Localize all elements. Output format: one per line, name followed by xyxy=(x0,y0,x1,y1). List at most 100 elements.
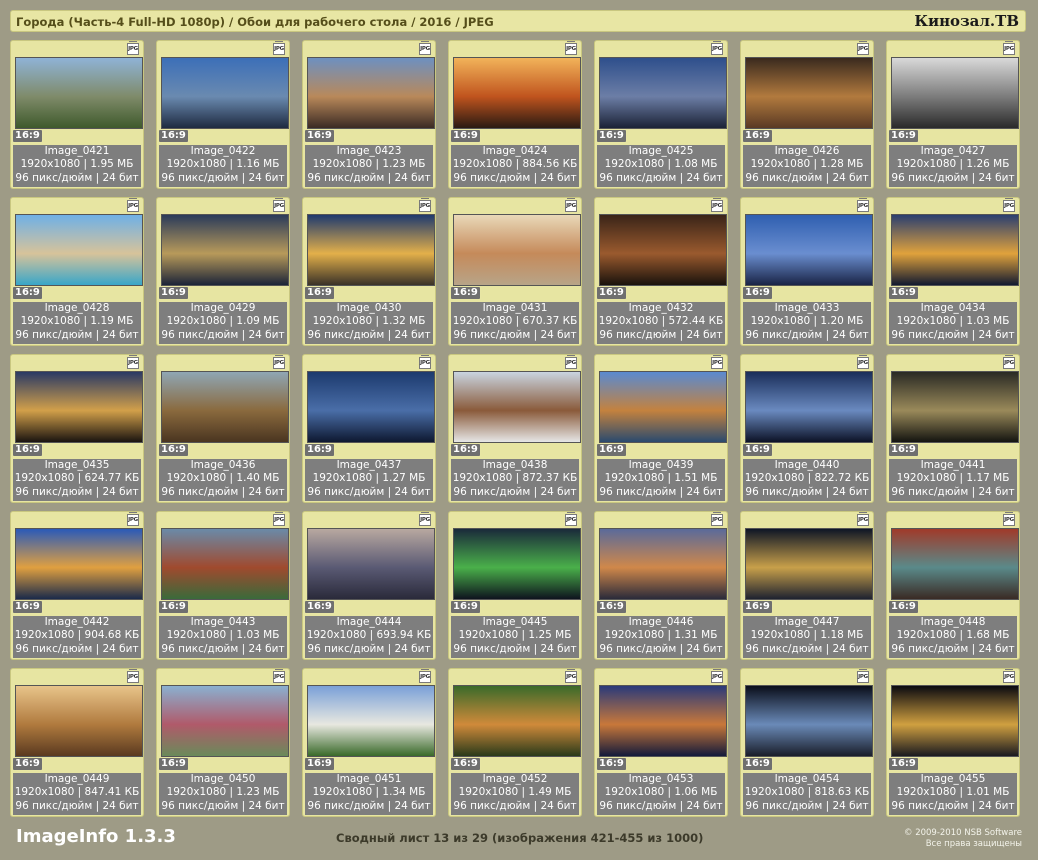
thumbnail-image[interactable] xyxy=(745,528,873,600)
thumbnail-image[interactable] xyxy=(891,528,1019,600)
thumbnail-image[interactable] xyxy=(745,371,873,443)
thumbnail-image[interactable] xyxy=(453,214,581,286)
thumbnail-tile[interactable]: JPG 16:9 Image_0430 1920x1080 | 1.32 МБ 96 п… xyxy=(302,197,436,346)
image-info: Image_0441 1920x1080 | 1.17 МБ 96 пикс/дюй… xyxy=(889,459,1017,501)
thumbnail-tile[interactable]: JPG 16:9 Image_0446 1920x1080 | 1.31 МБ 96 п… xyxy=(594,511,728,660)
jpg-file-icon: JPG xyxy=(857,355,869,369)
thumbnail-tile[interactable]: JPG 16:9 Image_0422 1920x1080 | 1.16 МБ 96 п… xyxy=(156,40,290,189)
thumbnail-tile[interactable]: JPG 16:9 Image_0431 1920x1080 | 670.37 КБ 96… xyxy=(448,197,582,346)
copyright-line: Все права защищены xyxy=(925,839,1022,849)
thumbnail-tile[interactable]: JPG 16:9 Image_0447 1920x1080 | 1.18 МБ 96 п… xyxy=(740,511,874,660)
thumbnail-image[interactable] xyxy=(453,371,581,443)
thumbnail-image[interactable] xyxy=(307,214,435,286)
thumbnail-tile[interactable]: JPG 16:9 Image_0441 1920x1080 | 1.17 МБ 96 п… xyxy=(886,354,1020,503)
thumbnail-image[interactable] xyxy=(307,685,435,757)
thumbnail-image[interactable] xyxy=(15,528,143,600)
jpg-file-icon: JPG xyxy=(127,41,139,55)
thumbnail-image[interactable] xyxy=(599,685,727,757)
thumbnail-tile[interactable]: JPG 16:9 Image_0440 1920x1080 | 822.72 КБ 96… xyxy=(740,354,874,503)
image-meta: 96 пикс/дюйм | 24 бит xyxy=(15,171,139,184)
image-meta: 96 пикс/дюйм | 24 бит xyxy=(745,171,869,184)
thumbnail-image[interactable] xyxy=(161,528,289,600)
thumbnail-image[interactable] xyxy=(453,685,581,757)
aspect-ratio-badge: 16:9 xyxy=(742,286,773,300)
thumbnail-image[interactable] xyxy=(891,57,1019,129)
thumbnail-image[interactable] xyxy=(15,57,143,129)
jpg-file-icon: JPG xyxy=(1003,41,1015,55)
thumbnail-tile[interactable]: JPG 16:9 Image_0454 1920x1080 | 818.63 КБ 96… xyxy=(740,668,874,817)
thumbnail-tile[interactable]: JPG 16:9 Image_0450 1920x1080 | 1.23 МБ 96 п… xyxy=(156,668,290,817)
thumbnail-tile[interactable]: JPG 16:9 Image_0439 1920x1080 | 1.51 МБ 96 п… xyxy=(594,354,728,503)
thumbnail-image[interactable] xyxy=(161,685,289,757)
image-name: Image_0437 xyxy=(336,459,402,471)
image-name: Image_0430 xyxy=(336,302,402,314)
thumbnail-tile[interactable]: JPG 16:9 Image_0426 1920x1080 | 1.28 МБ 96 п… xyxy=(740,40,874,189)
thumbnail-tile[interactable]: JPG 16:9 Image_0452 1920x1080 | 1.49 МБ 96 п… xyxy=(448,668,582,817)
image-meta: 96 пикс/дюйм | 24 бит xyxy=(745,328,869,341)
thumbnail-tile[interactable]: JPG 16:9 Image_0425 1920x1080 | 1.08 МБ 96 п… xyxy=(594,40,728,189)
thumbnail-tile[interactable]: JPG 16:9 Image_0428 1920x1080 | 1.19 МБ 96 п… xyxy=(10,197,144,346)
thumbnail-image[interactable] xyxy=(745,685,873,757)
thumbnail-image[interactable] xyxy=(307,371,435,443)
thumbnail-image[interactable] xyxy=(745,57,873,129)
thumbnail-image[interactable] xyxy=(15,371,143,443)
thumbnail-image[interactable] xyxy=(599,214,727,286)
thumbnail-tile[interactable]: JPG 16:9 Image_0449 1920x1080 | 847.41 КБ 96… xyxy=(10,668,144,817)
thumbnail-image[interactable] xyxy=(307,528,435,600)
header-bar: Города (Часть-4 Full-HD 1080p) / Обои дл… xyxy=(10,10,1026,32)
thumbnail-tile[interactable]: JPG 16:9 Image_0444 1920x1080 | 693.94 КБ 96… xyxy=(302,511,436,660)
thumbnail-tile[interactable]: JPG 16:9 Image_0424 1920x1080 | 884.56 КБ 96… xyxy=(448,40,582,189)
thumbnail-image[interactable] xyxy=(599,57,727,129)
image-name: Image_0425 xyxy=(628,145,694,157)
image-info: Image_0444 1920x1080 | 693.94 КБ 96 пикс/д… xyxy=(305,616,433,658)
thumbnail-image[interactable] xyxy=(891,214,1019,286)
thumbnail-image[interactable] xyxy=(891,371,1019,443)
thumbnail-tile[interactable]: JPG 16:9 Image_0442 1920x1080 | 904.68 КБ 96… xyxy=(10,511,144,660)
thumbnail-tile[interactable]: JPG 16:9 Image_0451 1920x1080 | 1.34 МБ 96 п… xyxy=(302,668,436,817)
thumbnail-tile[interactable]: JPG 16:9 Image_0453 1920x1080 | 1.06 МБ 96 п… xyxy=(594,668,728,817)
thumbnail-image[interactable] xyxy=(453,57,581,129)
image-meta: 96 пикс/дюйм | 24 бит xyxy=(891,328,1015,341)
thumbnail-image[interactable] xyxy=(161,371,289,443)
thumbnail-image[interactable] xyxy=(891,685,1019,757)
thumbnail-tile[interactable]: JPG 16:9 Image_0435 1920x1080 | 624.77 КБ 96… xyxy=(10,354,144,503)
thumbnail-tile[interactable]: JPG 16:9 Image_0437 1920x1080 | 1.27 МБ 96 п… xyxy=(302,354,436,503)
thumbnail-image[interactable] xyxy=(307,57,435,129)
thumbnail-image[interactable] xyxy=(599,371,727,443)
thumbnail-tile[interactable]: JPG 16:9 Image_0429 1920x1080 | 1.09 МБ 96 п… xyxy=(156,197,290,346)
image-size: 1920x1080 | 572.44 КБ xyxy=(598,315,724,328)
thumbnail-image[interactable] xyxy=(15,685,143,757)
image-info: Image_0423 1920x1080 | 1.23 МБ 96 пикс/дюй… xyxy=(305,145,433,187)
thumbnail-image[interactable] xyxy=(161,57,289,129)
image-meta: 96 пикс/дюйм | 24 бит xyxy=(15,799,139,812)
thumbnail-image[interactable] xyxy=(15,214,143,286)
aspect-ratio-badge: 16:9 xyxy=(888,443,919,457)
image-size: 1920x1080 | 1.40 МБ xyxy=(166,472,280,485)
thumbnail-image[interactable] xyxy=(453,528,581,600)
image-meta: 96 пикс/дюйм | 24 бит xyxy=(15,485,139,498)
thumbnail-tile[interactable]: JPG 16:9 Image_0432 1920x1080 | 572.44 КБ 96… xyxy=(594,197,728,346)
thumbnail-tile[interactable]: JPG 16:9 Image_0438 1920x1080 | 872.37 КБ 96… xyxy=(448,354,582,503)
image-meta: 96 пикс/дюйм | 24 бит xyxy=(891,171,1015,184)
thumbnail-tile[interactable]: JPG 16:9 Image_0433 1920x1080 | 1.20 МБ 96 п… xyxy=(740,197,874,346)
image-size: 1920x1080 | 1.19 МБ xyxy=(20,315,134,328)
thumbnail-tile[interactable]: JPG 16:9 Image_0421 1920x1080 | 1.95 МБ 96 п… xyxy=(10,40,144,189)
thumbnail-image[interactable] xyxy=(745,214,873,286)
thumbnail-image[interactable] xyxy=(161,214,289,286)
copyright: © 2009-2010 NSB Software Все права защищ… xyxy=(904,828,1022,850)
aspect-ratio-badge: 16:9 xyxy=(596,443,627,457)
jpg-file-icon: JPG xyxy=(857,512,869,526)
thumbnail-image[interactable] xyxy=(599,528,727,600)
image-info: Image_0450 1920x1080 | 1.23 МБ 96 пикс/дюй… xyxy=(159,773,287,815)
thumbnail-tile[interactable]: JPG 16:9 Image_0443 1920x1080 | 1.03 МБ 96 п… xyxy=(156,511,290,660)
image-size: 1920x1080 | 1.27 МБ xyxy=(312,472,426,485)
thumbnail-tile[interactable]: JPG 16:9 Image_0436 1920x1080 | 1.40 МБ 96 п… xyxy=(156,354,290,503)
image-size: 1920x1080 | 1.03 МБ xyxy=(166,629,280,642)
thumbnail-tile[interactable]: JPG 16:9 Image_0448 1920x1080 | 1.68 МБ 96 п… xyxy=(886,511,1020,660)
thumbnail-tile[interactable]: JPG 16:9 Image_0455 1920x1080 | 1.01 МБ 96 п… xyxy=(886,668,1020,817)
thumbnail-tile[interactable]: JPG 16:9 Image_0445 1920x1080 | 1.25 МБ 96 п… xyxy=(448,511,582,660)
thumbnail-tile[interactable]: JPG 16:9 Image_0434 1920x1080 | 1.03 МБ 96 п… xyxy=(886,197,1020,346)
jpg-file-icon: JPG xyxy=(857,669,869,683)
thumbnail-tile[interactable]: JPG 16:9 Image_0427 1920x1080 | 1.26 МБ 96 п… xyxy=(886,40,1020,189)
thumbnail-tile[interactable]: JPG 16:9 Image_0423 1920x1080 | 1.23 МБ 96 п… xyxy=(302,40,436,189)
